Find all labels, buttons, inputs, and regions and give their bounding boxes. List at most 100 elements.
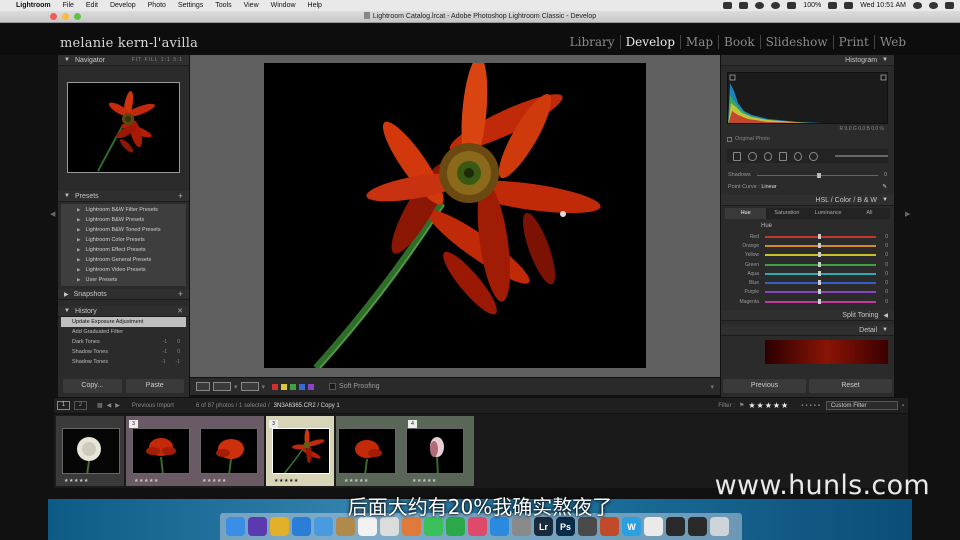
module-slideshow[interactable]: Slideshow xyxy=(761,35,834,49)
hsl-slider-row[interactable]: Orange 0 xyxy=(721,241,894,250)
dropdown-chevron-icon[interactable]: ▾ xyxy=(262,383,266,391)
hsl-value[interactable]: 0 xyxy=(882,262,888,268)
hsl-value[interactable]: 0 xyxy=(882,243,888,249)
add-snapshot-icon[interactable]: + xyxy=(178,289,183,299)
left-panel-toggle-icon[interactable]: ◀ xyxy=(50,210,55,238)
preset-folder[interactable]: ▶ Lightroom Effect Presets xyxy=(61,245,186,255)
navigator-header[interactable]: ▼ Navigator FIT FILL 1:1 3:1 xyxy=(58,55,189,66)
slider-knob[interactable] xyxy=(818,289,822,295)
hsl-slider-row[interactable]: Green 0 xyxy=(721,260,894,269)
module-book[interactable]: Book xyxy=(719,35,761,49)
preset-folder[interactable]: ▶ Lightroom Color Presets xyxy=(61,235,186,245)
module-print[interactable]: Print xyxy=(834,35,875,49)
user-icon[interactable] xyxy=(929,2,938,9)
module-library[interactable]: Library xyxy=(565,35,621,49)
split-toning-header[interactable]: Split Toning ◀ xyxy=(721,310,894,322)
spotlight-icon[interactable] xyxy=(913,2,922,9)
detail-header[interactable]: Detail ▼ xyxy=(721,325,894,337)
history-header[interactable]: ▼ History ✕ xyxy=(58,306,189,317)
original-photo-checkbox[interactable] xyxy=(727,136,732,142)
menu-view[interactable]: View xyxy=(244,2,259,9)
hsl-value[interactable]: 0 xyxy=(882,234,888,240)
wechat-icon[interactable] xyxy=(739,2,749,9)
tab-luminance[interactable]: Luminance xyxy=(808,208,849,219)
hsl-slider[interactable] xyxy=(765,289,876,295)
notification-center-icon[interactable] xyxy=(945,2,954,9)
menu-photo[interactable]: Photo xyxy=(148,2,166,9)
battery-icon[interactable] xyxy=(828,2,838,9)
history-step[interactable]: Shadow Tones -1 0 xyxy=(61,347,186,357)
minimize-window-button[interactable] xyxy=(62,13,69,20)
spot-removal-icon[interactable] xyxy=(763,151,772,161)
hsl-slider[interactable] xyxy=(765,242,876,248)
module-map[interactable]: Map xyxy=(681,35,720,49)
menu-tools[interactable]: Tools xyxy=(215,2,231,9)
menu-develop[interactable]: Develop xyxy=(110,2,136,9)
hsl-title[interactable]: HSL / Color / B & W xyxy=(815,197,877,204)
original-photo-toggle[interactable]: Original Photo xyxy=(721,136,894,142)
presets-header[interactable]: ▼ Presets + xyxy=(58,191,189,202)
yellow-label-swatch[interactable] xyxy=(281,383,288,390)
tab-hue[interactable]: Hue xyxy=(725,208,767,219)
star-filter[interactable]: ★★★★★ xyxy=(748,401,789,410)
copy-settings-button[interactable]: Copy... xyxy=(63,379,122,393)
shadows-value[interactable]: 0 xyxy=(884,172,887,178)
navigator-preview[interactable] xyxy=(67,82,180,173)
secondary-window-button[interactable]: 2 xyxy=(74,401,87,410)
shadows-slider[interactable] xyxy=(756,172,878,178)
detail-preview[interactable] xyxy=(765,340,888,365)
slider-knob[interactable] xyxy=(818,261,822,267)
point-curve-select[interactable]: Linear xyxy=(761,184,776,190)
stack-count-badge[interactable]: 4 xyxy=(408,420,417,428)
hsl-slider[interactable] xyxy=(765,270,876,276)
hsl-value[interactable]: 0 xyxy=(882,289,888,295)
slider-knob[interactable] xyxy=(818,252,822,258)
timemachine-icon[interactable] xyxy=(755,2,765,9)
red-label-swatch[interactable] xyxy=(272,383,279,390)
dropdown-chevron-icon[interactable]: ▾ xyxy=(234,383,238,391)
yy-compare-icon[interactable] xyxy=(240,382,259,391)
hsl-header[interactable]: HSL / Color / B & W ▼ xyxy=(721,195,894,206)
hsl-slider-row[interactable]: Aqua 0 xyxy=(721,269,894,278)
green-label-swatch[interactable] xyxy=(290,383,297,390)
volume-icon[interactable] xyxy=(787,2,797,9)
loupe-view-icon[interactable] xyxy=(196,382,210,391)
soft-proofing-checkbox[interactable] xyxy=(329,383,337,390)
preset-folder[interactable]: ▶ Lightroom B&W Presets xyxy=(61,215,186,225)
menu-app[interactable]: Lightroom xyxy=(16,2,51,9)
graduated-filter-icon[interactable] xyxy=(778,151,787,161)
slider-knob[interactable] xyxy=(818,233,822,239)
shadows-slider-row[interactable]: Shadows 0 xyxy=(721,169,894,181)
paste-settings-button[interactable]: Paste xyxy=(125,379,184,393)
hsl-slider-row[interactable]: Purple 0 xyxy=(721,288,894,297)
hsl-value[interactable]: 0 xyxy=(882,252,888,258)
filmstrip-thumb-selected[interactable]: 3 ★★★★★ xyxy=(266,416,334,486)
module-web[interactable]: Web xyxy=(875,35,906,49)
file-name[interactable]: 3N3A6365.CR2 / Copy 1 xyxy=(274,403,340,409)
history-step[interactable]: Dark Tones -1 0 xyxy=(61,337,186,347)
preset-folder[interactable]: ▶ Lightroom Video Presets xyxy=(61,265,186,275)
hsl-slider-row[interactable]: Red 0 xyxy=(721,232,894,241)
blue-label-swatch[interactable] xyxy=(299,383,306,390)
right-panel-toggle-icon[interactable]: ▶ xyxy=(905,210,910,238)
adjustment-brush-icon[interactable] xyxy=(809,151,818,161)
slider-knob[interactable] xyxy=(817,172,822,178)
hsl-slider-row[interactable]: Blue 0 xyxy=(721,278,894,287)
filter-lock-icon[interactable]: ▪ xyxy=(902,403,904,409)
filmstrip-stack[interactable]: 4 ★★★★★ ★★★★★ xyxy=(336,416,474,486)
history-step[interactable]: Shadow Tones -1 -1 xyxy=(61,357,186,367)
back-arrow-icon[interactable]: ◀ xyxy=(107,402,112,409)
menu-window[interactable]: Window xyxy=(271,2,296,9)
hsl-value[interactable]: 0 xyxy=(882,271,888,277)
fullscreen-window-button[interactable] xyxy=(74,13,81,20)
histogram-header[interactable]: Histogram ▼ xyxy=(721,55,894,66)
zoom-options[interactable]: FIT FILL 1:1 3:1 xyxy=(132,57,183,63)
flag-filter-icon[interactable]: ⚑ xyxy=(739,402,744,409)
source-label[interactable]: Previous Import xyxy=(132,403,174,409)
hsl-slider[interactable] xyxy=(765,298,876,304)
stack-count-badge[interactable]: 3 xyxy=(269,420,278,428)
module-develop[interactable]: Develop xyxy=(621,35,681,49)
hsl-slider[interactable] xyxy=(765,252,876,258)
menu-edit[interactable]: Edit xyxy=(86,2,98,9)
tab-saturation[interactable]: Saturation xyxy=(766,208,807,219)
